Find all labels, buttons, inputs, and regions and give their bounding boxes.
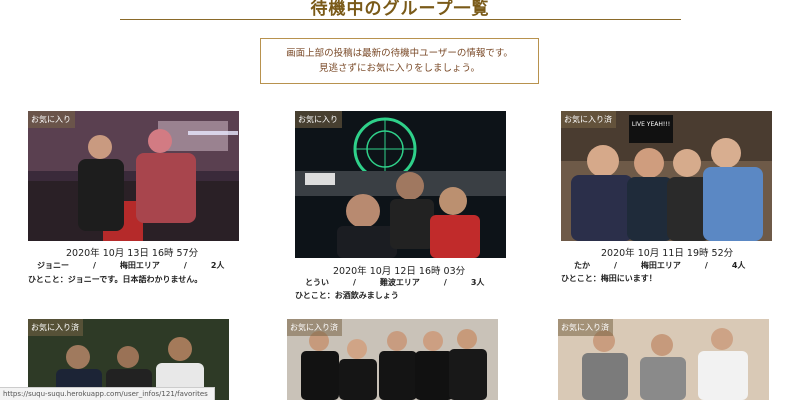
- card-date: 2020年 10月 11日 19時 52分: [601, 248, 734, 259]
- group-photo-5[interactable]: お気に入り済: [287, 319, 498, 400]
- favorite-button[interactable]: お気に入り済: [558, 319, 613, 336]
- card-comment: ひとこと：お酒飲みましょう: [295, 291, 399, 300]
- card-comment: ひとこと：ジョニーです。日本語わかりません。: [28, 275, 203, 284]
- sign-text: LIVE YEAH!!!: [632, 121, 670, 128]
- notice-line-2: 見逃さずにお気に入りをしましょう。: [319, 63, 480, 74]
- card-info: ジョニー / 梅田エリア / 2人: [37, 261, 225, 270]
- group-photo-1[interactable]: お気に入り: [28, 111, 239, 241]
- title-divider: [120, 19, 681, 20]
- group-photo-2[interactable]: お気に入り: [295, 111, 506, 258]
- group-photo-image: LIVE YEAH!!!: [561, 111, 772, 241]
- favorite-button[interactable]: お気に入り済: [561, 111, 616, 128]
- notice-line-1: 画面上部の投稿は最新の待機中ユーザーの情報です。: [286, 48, 513, 59]
- group-photo-image: [28, 111, 239, 241]
- page-title: 待機中のグループ一覧: [310, 0, 490, 19]
- favorite-button[interactable]: お気に入り済: [28, 319, 83, 336]
- favorite-button[interactable]: お気に入り済: [287, 319, 342, 336]
- group-photo-3[interactable]: LIVE YEAH!!! お気に入り済: [561, 111, 772, 241]
- card-comment: ひとこと：梅田にいます！: [561, 274, 657, 283]
- card-info: たか / 梅田エリア / 4人: [574, 261, 746, 270]
- card-date: 2020年 10月 12日 16時 03分: [333, 266, 466, 277]
- group-photo-image: [295, 111, 506, 258]
- notice-box: 画面上部の投稿は最新の待機中ユーザーの情報です。 見逃さずにお気に入りをしましょ…: [260, 38, 539, 84]
- favorite-button[interactable]: お気に入り: [28, 111, 75, 128]
- status-bar-url: https://suqu-suqu.herokuapp.com/user_inf…: [0, 387, 215, 400]
- favorite-button[interactable]: お気に入り: [295, 111, 342, 128]
- card-date: 2020年 10月 13日 16時 57分: [66, 248, 199, 259]
- group-photo-6[interactable]: お気に入り済: [558, 319, 769, 400]
- card-info: とうい / 難波エリア / 3人: [305, 278, 485, 287]
